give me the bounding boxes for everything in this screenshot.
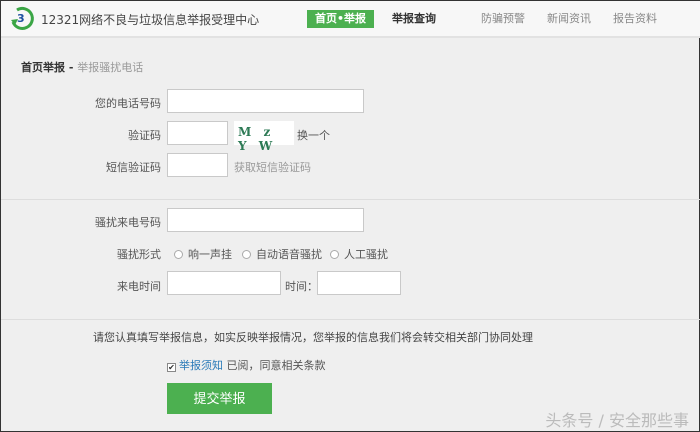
logo-icon: 3 (11, 6, 34, 30)
site-title: 12321网络不良与垃圾信息举报受理中心 (41, 13, 260, 27)
harass-type-label: 骚扰形式 (117, 248, 161, 261)
phone-label: 您的电话号码 (95, 97, 161, 110)
radio-icon[interactable] (242, 250, 251, 259)
radio-auto-voice[interactable]: 自动语音骚扰 (242, 246, 322, 262)
nav-news[interactable]: 新闻资讯 (539, 10, 599, 28)
nav-fraud-alert[interactable]: 防骗预警 (473, 10, 533, 28)
call-time-label: 来电时间 (117, 280, 161, 293)
captcha-image[interactable]: M z Y W (234, 121, 294, 153)
breadcrumb-home[interactable]: 首页举报 (21, 61, 65, 74)
notice-link[interactable]: 举报须知 (179, 359, 223, 372)
nav-home-report[interactable]: 首页•举报 (307, 10, 375, 28)
radio-label: 自动语音骚扰 (256, 248, 322, 261)
radio-icon[interactable] (330, 250, 339, 259)
radio-icon[interactable] (174, 250, 183, 259)
get-sms-code-link[interactable]: 获取短信验证码 (234, 159, 311, 175)
harass-number-input[interactable] (167, 208, 364, 232)
captcha-input[interactable] (167, 121, 228, 145)
call-date-input[interactable] (167, 271, 281, 295)
radio-label: 响一声挂 (188, 248, 232, 261)
submit-report-button[interactable]: 提交举报 (167, 383, 272, 414)
agree-row: ✔ 举报须知 已阅，同意相关条款 (167, 357, 326, 373)
breadcrumb: 首页举报 - 举报骚扰电话 (21, 59, 143, 75)
captcha-label: 验证码 (128, 129, 161, 142)
divider (1, 319, 700, 320)
header: 3 12321网络不良与垃圾信息举报受理中心 首页•举报 举报查询 防骗预警 新… (1, 1, 700, 38)
agree-text: 已阅，同意相关条款 (226, 359, 326, 372)
agree-checkbox[interactable]: ✔ (167, 363, 176, 372)
harass-number-label: 骚扰来电号码 (95, 216, 161, 229)
sms-label: 短信验证码 (106, 161, 161, 174)
sms-code-input[interactable] (167, 153, 228, 177)
nav-reports[interactable]: 报告资料 (605, 10, 665, 28)
divider (1, 199, 700, 200)
nav-report-query[interactable]: 举报查询 (384, 10, 444, 28)
call-time-input[interactable] (317, 271, 401, 295)
breadcrumb-separator: - (68, 61, 74, 74)
svg-text:3: 3 (17, 12, 25, 25)
breadcrumb-current: 举报骚扰电话 (77, 61, 144, 74)
watermark: 头条号 / 安全那些事 (545, 411, 689, 430)
notice-text: 请您认真填写举报信息，如实反映举报情况，您举报的信息我们将会转交相关部门协同处理 (93, 331, 533, 344)
captcha-refresh-link[interactable]: 换一个 (297, 127, 330, 143)
radio-manual[interactable]: 人工骚扰 (330, 246, 388, 262)
time-label: 时间： (285, 280, 318, 293)
radio-label: 人工骚扰 (344, 248, 388, 261)
phone-input[interactable] (167, 89, 364, 113)
radio-ring-once[interactable]: 响一声挂 (174, 246, 232, 262)
